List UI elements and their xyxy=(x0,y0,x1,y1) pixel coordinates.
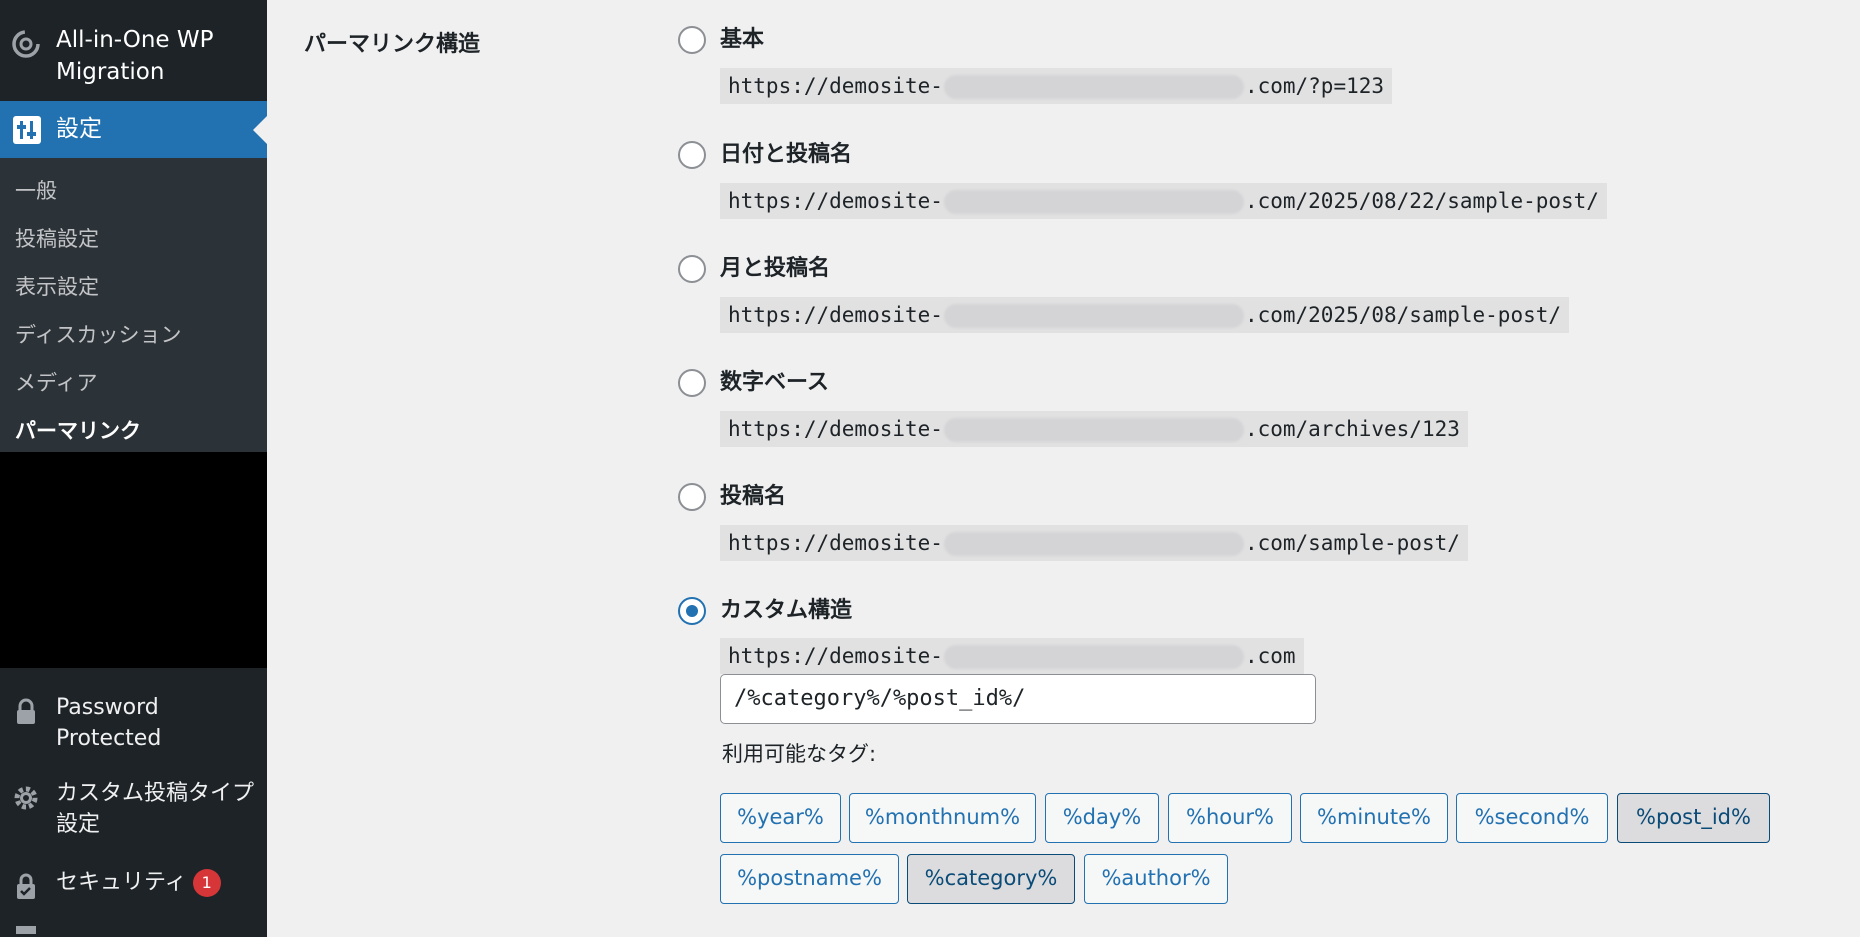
tag-button-post-id[interactable]: %post_id% xyxy=(1617,793,1770,843)
permalink-example-month-and-name: https://demosite- .com/2025/08/sample-pos… xyxy=(720,297,1570,333)
available-tags-label: 利用可能なタグ: xyxy=(722,742,877,766)
option-label-custom-structure: カスタム構造 xyxy=(720,598,853,623)
migration-icon xyxy=(12,30,40,58)
blurred-domain xyxy=(943,418,1244,442)
sidebar-item-label: セキュリティ 1 xyxy=(56,867,261,898)
active-indicator-arrow xyxy=(253,116,267,144)
permalink-example-numeric: https://demosite- .com/archives/123 xyxy=(720,411,1468,447)
submenu-item-general[interactable]: 一般 xyxy=(15,176,57,206)
submenu-item-writing[interactable]: 投稿設定 xyxy=(15,224,99,254)
sidebar-item-label: 設定 xyxy=(56,116,102,142)
option-label-post-name: 投稿名 xyxy=(720,484,787,509)
radio-numeric[interactable] xyxy=(678,369,706,397)
menu-icon xyxy=(16,926,36,934)
sidebar-item-cut-off[interactable] xyxy=(0,926,267,937)
option-label-numeric: 数字ベース xyxy=(720,370,829,395)
submenu-item-reading[interactable]: 表示設定 xyxy=(15,272,99,302)
admin-sidebar: All-in-One WP Migration 設定 一般 投稿設定 表示設定 … xyxy=(0,0,267,937)
submenu-item-discussion[interactable]: ディスカッション xyxy=(15,320,182,350)
settings-submenu: 一般 投稿設定 表示設定 ディスカッション メディア パーマリンク xyxy=(0,158,267,452)
permalink-structure-heading: パーマリンク構造 xyxy=(304,32,481,57)
sidebar-item-all-in-one-wp-migration[interactable]: All-in-One WP Migration xyxy=(0,0,267,101)
permalink-example-plain: https://demosite- .com/?p=123 xyxy=(720,68,1393,104)
lock-icon xyxy=(17,698,35,724)
radio-plain[interactable] xyxy=(678,26,706,54)
sidebar-item-custom-post-type[interactable]: カスタム投稿タイプ設定 xyxy=(0,778,267,842)
radio-day-and-name[interactable] xyxy=(678,141,706,169)
radio-post-name[interactable] xyxy=(678,483,706,511)
sidebar-item-settings[interactable]: 設定 xyxy=(0,101,267,158)
tag-button-day[interactable]: %day% xyxy=(1045,793,1159,843)
sidebar-item-security[interactable]: セキュリティ 1 xyxy=(0,867,267,907)
sidebar-item-label: カスタム投稿タイプ設定 xyxy=(56,781,255,837)
blurred-domain xyxy=(943,304,1244,328)
blurred-domain xyxy=(943,645,1244,669)
tag-button-author[interactable]: %author% xyxy=(1084,854,1228,904)
notification-badge: 1 xyxy=(192,869,221,897)
settings-sliders-icon xyxy=(13,116,41,144)
sidebar-bottom-menu: Password Protected カスタム投稿タイプ設定 セキュリティ 1 xyxy=(0,668,267,937)
tag-button-postname[interactable]: %postname% xyxy=(720,854,899,904)
sidebar-item-label: All-in-One WP Migration xyxy=(56,27,214,85)
gear-icon xyxy=(14,786,38,810)
radio-custom-structure[interactable] xyxy=(678,597,706,625)
option-label-month-and-name: 月と投稿名 xyxy=(720,256,831,281)
permalink-example-day-and-name: https://demosite- .com/2025/08/22/sample-… xyxy=(720,183,1607,219)
tag-button-hour[interactable]: %hour% xyxy=(1168,793,1292,843)
permalink-example-post-name: https://demosite- .com/sample-post/ xyxy=(720,525,1468,561)
sidebar-item-label: Password Protected xyxy=(56,695,162,751)
radio-month-and-name[interactable] xyxy=(678,255,706,283)
option-label-plain: 基本 xyxy=(720,27,765,52)
tag-button-category[interactable]: %category% xyxy=(907,854,1075,904)
blurred-domain xyxy=(943,75,1244,99)
tag-button-monthnum[interactable]: %monthnum% xyxy=(849,793,1036,843)
tag-button-minute[interactable]: %minute% xyxy=(1300,793,1448,843)
permalink-base-url: https://demosite- .com xyxy=(720,638,1304,674)
custom-structure-input[interactable]: /%category%/%post_id%/ xyxy=(720,674,1316,724)
shield-lock-icon xyxy=(17,873,35,899)
tag-button-year[interactable]: %year% xyxy=(720,793,841,843)
blurred-domain xyxy=(943,532,1244,556)
submenu-item-media[interactable]: メディア xyxy=(15,368,98,398)
blurred-domain xyxy=(943,190,1244,214)
option-label-day-and-name: 日付と投稿名 xyxy=(720,142,853,167)
sidebar-item-password-protected[interactable]: Password Protected xyxy=(0,692,267,756)
submenu-item-permalink[interactable]: パーマリンク xyxy=(15,416,141,446)
tag-button-second[interactable]: %second% xyxy=(1456,793,1608,843)
